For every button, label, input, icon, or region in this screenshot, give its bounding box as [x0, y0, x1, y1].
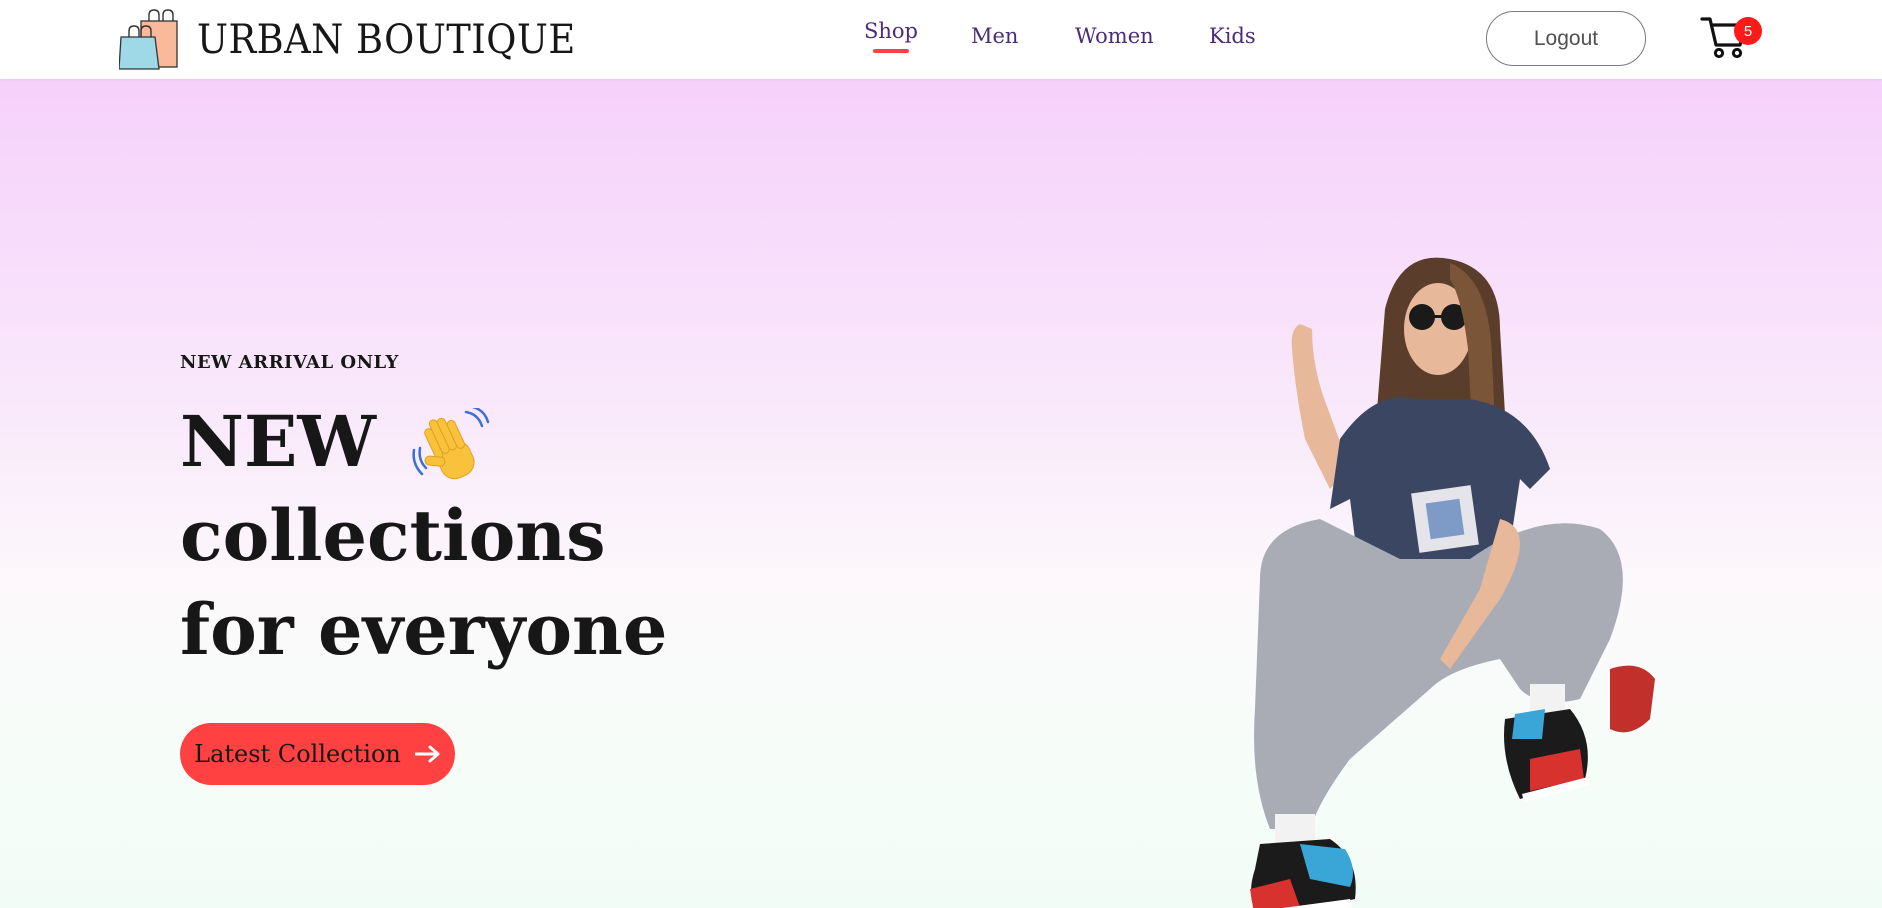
- nav-item-men[interactable]: Men: [971, 24, 1018, 48]
- hero-headline: NEW collections for everyone: [180, 395, 667, 677]
- active-indicator: [873, 49, 909, 53]
- cart-count-badge: 5: [1734, 17, 1762, 45]
- cart-button[interactable]: 5: [1700, 13, 1762, 59]
- waving-hand-icon: [412, 408, 490, 480]
- nav-item-label: Shop: [864, 19, 918, 43]
- nav-item-label: Men: [971, 24, 1019, 48]
- cta-label: Latest Collection: [194, 740, 401, 768]
- latest-collection-button[interactable]: Latest Collection: [180, 723, 455, 785]
- model-photo: [1250, 257, 1655, 908]
- headline-line-2: collections: [180, 494, 606, 577]
- hero-text: NEW ARRIVAL ONLY NEW collections for eve…: [180, 352, 667, 677]
- headline-line-3: for everyone: [180, 588, 668, 671]
- hero-eyebrow: NEW ARRIVAL ONLY: [180, 352, 399, 373]
- nav-item-label: Kids: [1209, 24, 1256, 48]
- hero-section: NEW ARRIVAL ONLY NEW collections for eve…: [0, 79, 1882, 908]
- nav-item-label: Women: [1075, 24, 1154, 48]
- arrow-right-icon: [414, 745, 440, 763]
- headline-text-new: NEW: [180, 400, 376, 483]
- headline-line-1: NEW: [180, 395, 667, 489]
- nav-item-shop[interactable]: Shop: [864, 19, 918, 53]
- navbar: URBAN BOUTIQUE Shop Men Women Kids Logou…: [0, 0, 1882, 79]
- nav-item-women[interactable]: Women: [1075, 24, 1154, 48]
- nav-item-kids[interactable]: Kids: [1209, 24, 1256, 48]
- logout-button[interactable]: Logout: [1486, 11, 1646, 66]
